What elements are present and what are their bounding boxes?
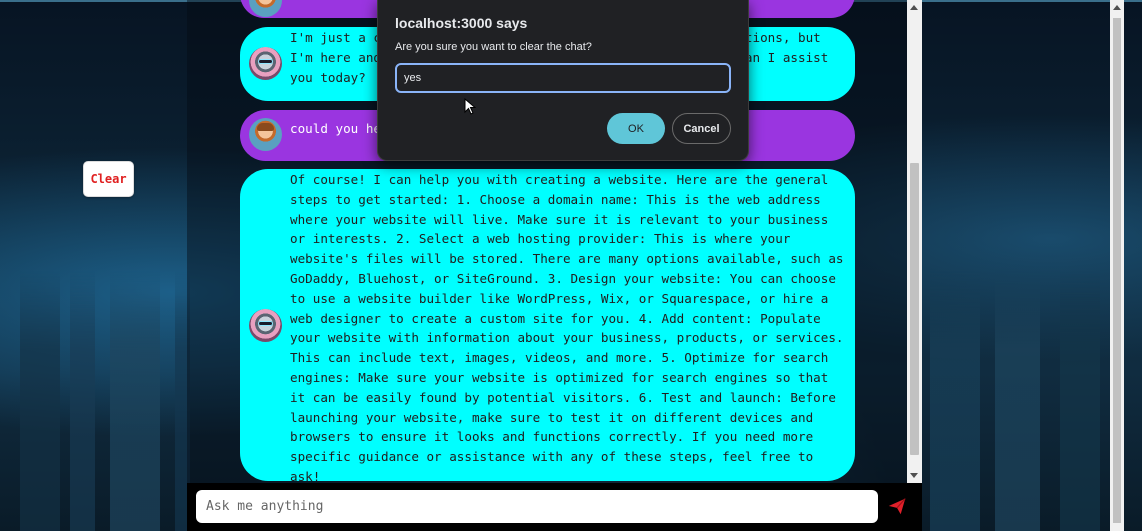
cancel-button[interactable]: Cancel — [672, 113, 731, 144]
clear-chat-button[interactable]: Clear — [83, 161, 134, 197]
page-scrollbar[interactable] — [1110, 0, 1124, 531]
scroll-up-arrow-icon[interactable] — [910, 5, 918, 10]
mouse-cursor-icon — [464, 98, 476, 115]
page-scroll-up-arrow-icon[interactable] — [1113, 5, 1121, 10]
dialog-message: Are you sure you want to clear the chat? — [395, 41, 592, 53]
message-bubble-bot: Of course! I can help you with creating … — [240, 169, 855, 484]
confirm-dialog: localhost:3000 says Are you sure you wan… — [377, 0, 749, 161]
message-input[interactable] — [196, 490, 878, 523]
message-input-bar — [187, 483, 922, 531]
page-scrollbar-thumb[interactable] — [1113, 18, 1121, 523]
dialog-origin: localhost:3000 says — [395, 15, 528, 31]
send-icon[interactable] — [886, 495, 908, 517]
scrollbar-thumb[interactable] — [910, 163, 919, 455]
message-text: Of course! I can help you with creating … — [290, 172, 844, 484]
user-avatar-icon — [249, 118, 282, 151]
scroll-down-arrow-icon[interactable] — [910, 473, 918, 478]
robot-avatar-icon — [249, 47, 282, 80]
chat-scrollbar[interactable] — [907, 0, 922, 483]
ok-button[interactable]: OK — [607, 113, 665, 144]
robot-avatar-icon — [249, 309, 282, 342]
dialog-prompt-input[interactable] — [395, 63, 731, 93]
